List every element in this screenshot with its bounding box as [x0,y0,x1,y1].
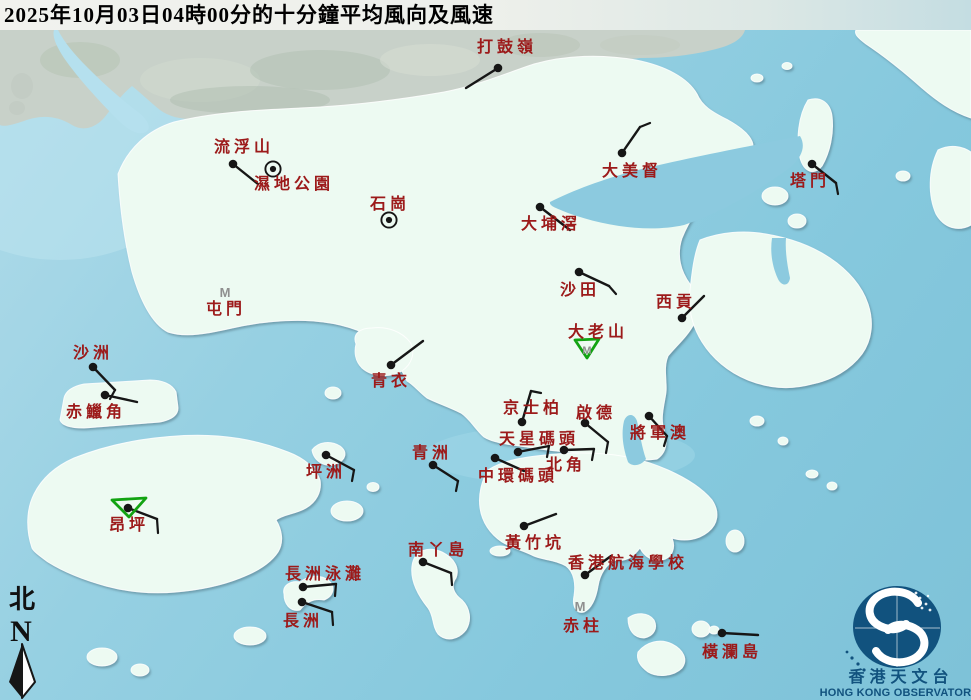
urban-texture [600,35,680,55]
islet [367,483,379,492]
station-label: 長洲泳灘 [285,564,365,583]
station-label: 啟德 [576,403,616,422]
calm-symbol-icon [270,166,276,172]
soko-island [131,664,149,676]
station-dot [718,629,727,638]
logo-chinese: 香港天文台 [847,667,953,686]
map-title: 2025年10月03日04時00分的十分鐘平均風向及風速 [0,0,971,30]
station-dot [618,149,627,158]
station-label: 天星碼頭 [499,430,579,448]
hei-ling-chau-island [331,501,363,521]
station-label: 京士柏 [503,398,563,417]
station-dot [101,391,110,400]
station-label: 大美督 [602,161,662,180]
station-dot [494,64,503,73]
station-label: 香港航海學校 [567,553,688,572]
station-label: 坪洲 [306,463,346,481]
station-dot [491,454,500,463]
station-label: 大老山 [568,322,628,341]
station-dot [298,598,307,607]
station-label: 昂坪 [109,516,149,534]
station-label: 石崗 [369,194,410,213]
islet [762,187,788,205]
station-label: 黃竹坑 [504,533,565,552]
wind-barb-feather [335,584,336,596]
wind-barb-staff [564,449,594,450]
islet [692,621,710,637]
station-label: 赤柱 [563,616,603,635]
station-label: 沙田 [560,281,600,299]
station-label: 屯門 [206,299,246,318]
islet [9,101,25,115]
station-dot [124,504,133,513]
islet [782,63,792,70]
station-label: 中環碼頭 [478,466,558,485]
islet [806,470,818,478]
station-dot [560,446,569,455]
wind-barb-feather [157,519,158,533]
waglan-islet [709,626,719,634]
title-bar: 2025年10月03日04時00分的十分鐘平均風向及風速 [0,0,971,30]
wind-map-page: 打鼓嶺流浮山濕地公園石崗大美督塔門大埔滘沙田西貢M屯門M大老山沙洲赤鱲角青衣京士… [0,0,971,700]
wind-barb-feather [451,573,452,585]
station-label: 大埔滘 [521,214,581,233]
islet [750,416,764,426]
station-label: 長洲 [283,612,323,630]
station-dot [514,448,523,457]
station-dot [322,451,331,460]
tung-lung-island [726,530,744,552]
station-dot [299,583,308,592]
station-label: 沙洲 [73,344,113,362]
islet [751,74,763,82]
urban-texture [380,44,480,76]
station-label: 西貢 [656,293,696,311]
station-label: 將軍澳 [630,423,690,442]
station-label: 南丫島 [408,540,468,559]
islet [778,437,788,445]
station-dot [89,363,98,372]
station-dot [678,314,687,323]
soko-island [87,648,117,666]
station-label: 濕地公園 [254,174,334,193]
missing-data-flag: M [220,285,231,300]
shek-kwu-chau-island [234,627,266,645]
islet [11,73,33,99]
hong-kong-map: 打鼓嶺流浮山濕地公園石崗大美督塔門大埔滘沙田西貢M屯門M大老山沙洲赤鱲角青衣京士… [0,0,971,700]
compass-north: 北 N [9,585,35,698]
station-label: 塔門 [790,171,830,190]
calm-symbol-icon [386,217,392,223]
wind-barb-feather [332,612,333,625]
ma-wan-island [325,387,341,399]
station-dot [575,268,584,277]
missing-data-flag: M [582,345,591,357]
station-label: 橫瀾島 [702,642,762,661]
islet [788,214,806,228]
station-dot [645,412,654,421]
station-dot [520,522,529,531]
logo-english: HONG KONG OBSERVATORY [820,687,971,699]
station-label: 赤鱲角 [66,402,126,421]
station-dot [808,160,817,169]
islet [827,482,837,490]
compass-hanzi: 北 [9,585,35,614]
station-label: 青洲 [412,443,452,462]
station-label: 打鼓嶺 [477,37,537,56]
station-dot [518,418,527,427]
station-dot [536,203,545,212]
missing-data-flag: M [575,599,586,614]
compass-letter: N [10,615,32,648]
station-dot [387,361,396,370]
station-label: 流浮山 [214,137,274,156]
urban-texture [250,50,390,90]
station-label: 青衣 [371,371,411,390]
islet [896,171,910,181]
station-dot [229,160,238,169]
